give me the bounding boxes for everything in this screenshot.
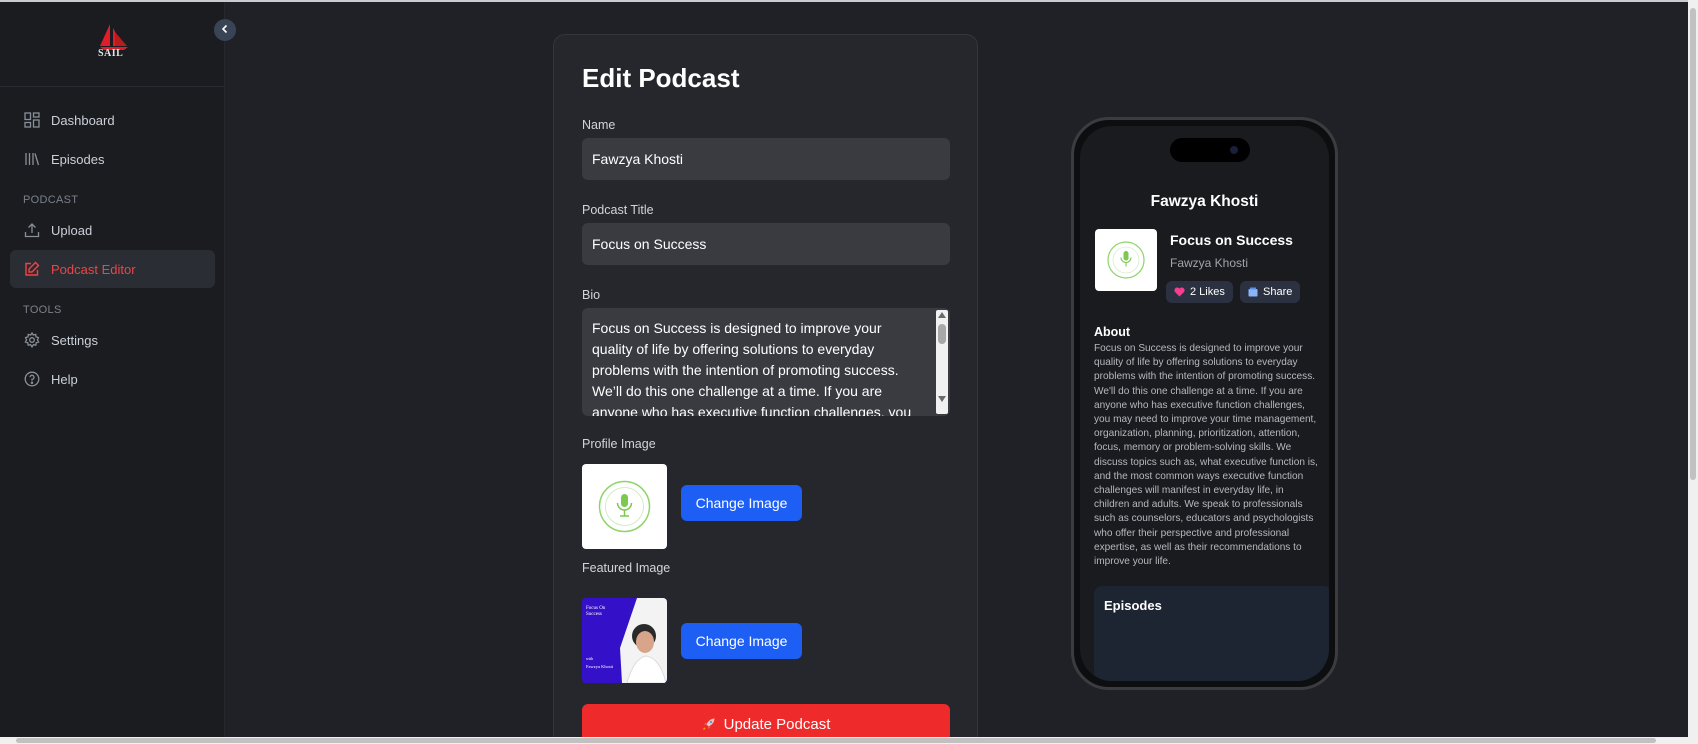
bio-label: Bio bbox=[582, 288, 601, 302]
sidebar-item-label: Dashboard bbox=[51, 112, 115, 128]
podcast-title-input-value: Focus on Success bbox=[592, 236, 707, 252]
page-horizontal-scrollbar-thumb[interactable] bbox=[16, 738, 1656, 743]
sidebar-item-help[interactable]: Help bbox=[10, 360, 215, 398]
page-vertical-scrollbar-thumb[interactable] bbox=[1690, 8, 1696, 480]
sidebar-item-label: Upload bbox=[51, 222, 93, 238]
name-input-value: Fawzya Khosti bbox=[592, 151, 684, 167]
phone-notch bbox=[1170, 138, 1250, 162]
camera-icon bbox=[1230, 146, 1238, 154]
logo-text: SAIL bbox=[98, 48, 124, 59]
upload-icon bbox=[23, 221, 41, 239]
preview-cover-image bbox=[1095, 229, 1157, 291]
page-title: Edit Podcast bbox=[582, 63, 740, 93]
about-text: Focus on Success is designed to improve … bbox=[1094, 343, 1318, 568]
sidebar-item-upload[interactable]: Upload bbox=[10, 211, 215, 249]
edit-podcast-panel: Edit Podcast Name Fawzya Khosti Podcast … bbox=[553, 34, 978, 744]
sidebar-item-label: Episodes bbox=[51, 151, 105, 167]
featured-image-with: with bbox=[586, 656, 594, 661]
bio-textarea[interactable]: Focus on Success is designed to improve … bbox=[582, 308, 950, 416]
page-vertical-scrollbar[interactable] bbox=[1688, 0, 1698, 744]
episodes-heading: Episodes bbox=[1104, 598, 1162, 613]
change-profile-image-button[interactable]: Change Image bbox=[681, 485, 802, 521]
sidebar-item-dashboard[interactable]: Dashboard bbox=[10, 101, 215, 139]
sidebar-item-label: Help bbox=[51, 371, 78, 387]
preview-podcast-title: Focus on Success bbox=[1170, 232, 1293, 248]
share-label: Share bbox=[1263, 286, 1293, 298]
grid-icon bbox=[23, 111, 41, 129]
change-featured-image-button[interactable]: Change Image bbox=[681, 623, 802, 659]
featured-image-author: Fawzya Khosti bbox=[586, 664, 614, 669]
likes-label: 2 Likes bbox=[1190, 286, 1225, 298]
featured-image-title: Focus On Success bbox=[586, 606, 606, 617]
podcast-title-label: Podcast Title bbox=[582, 203, 654, 217]
gear-icon bbox=[23, 331, 41, 349]
about-heading: About bbox=[1094, 325, 1131, 339]
sidebar-item-episodes[interactable]: Episodes bbox=[10, 140, 215, 178]
sidebar-item-podcast-editor[interactable]: Podcast Editor bbox=[10, 250, 215, 288]
likes-button[interactable]: 2 Likes bbox=[1166, 281, 1233, 303]
share-button[interactable]: Share bbox=[1240, 281, 1301, 303]
window-top-border bbox=[0, 0, 1688, 2]
preview-author: Fawzya Khosti bbox=[1170, 256, 1249, 270]
help-icon bbox=[23, 370, 41, 388]
scroll-down-arrow-icon[interactable] bbox=[938, 396, 946, 402]
name-input[interactable]: Fawzya Khosti bbox=[582, 138, 950, 180]
edit-icon bbox=[23, 260, 41, 278]
phone-screen: Fawzya Khosti Focus on Success Fawzya Kh… bbox=[1080, 126, 1329, 681]
share-icon bbox=[1248, 287, 1258, 297]
name-label: Name bbox=[582, 118, 616, 132]
bio-textarea-value: Focus on Success is designed to improve … bbox=[592, 320, 912, 416]
featured-image-label: Featured Image bbox=[582, 561, 671, 575]
page-horizontal-scrollbar[interactable] bbox=[0, 737, 1688, 744]
rocket-icon bbox=[702, 717, 716, 731]
preview-name: Fawzya Khosti bbox=[1150, 193, 1259, 210]
heart-icon bbox=[1174, 287, 1185, 297]
sidebar-divider bbox=[0, 86, 225, 87]
section-label-tools: TOOLS bbox=[23, 304, 62, 316]
collapse-sidebar-button[interactable] bbox=[214, 19, 236, 41]
bio-scrollbar[interactable] bbox=[936, 310, 948, 414]
scroll-up-arrow-icon[interactable] bbox=[938, 312, 946, 318]
update-podcast-label: Update Podcast bbox=[723, 715, 831, 733]
sidebar-item-label: Settings bbox=[51, 332, 98, 348]
chevron-left-icon bbox=[220, 21, 230, 39]
sidebar-item-settings[interactable]: Settings bbox=[10, 321, 215, 359]
library-icon bbox=[23, 150, 41, 168]
sidebar-item-label: Podcast Editor bbox=[51, 261, 136, 277]
profile-image-label: Profile Image bbox=[582, 437, 656, 451]
phone-preview: Fawzya Khosti Focus on Success Fawzya Kh… bbox=[1071, 117, 1338, 690]
episodes-section: Episodes bbox=[1094, 586, 1329, 681]
sidebar: SAIL Dashboard Episodes PODCAST Upload P… bbox=[0, 0, 225, 744]
featured-image: Focus On Success with Fawzya Khosti bbox=[582, 598, 667, 683]
podcast-title-input[interactable]: Focus on Success bbox=[582, 223, 950, 265]
section-label-podcast: PODCAST bbox=[23, 194, 79, 206]
profile-image bbox=[582, 464, 667, 549]
bio-scrollbar-thumb[interactable] bbox=[938, 324, 946, 344]
